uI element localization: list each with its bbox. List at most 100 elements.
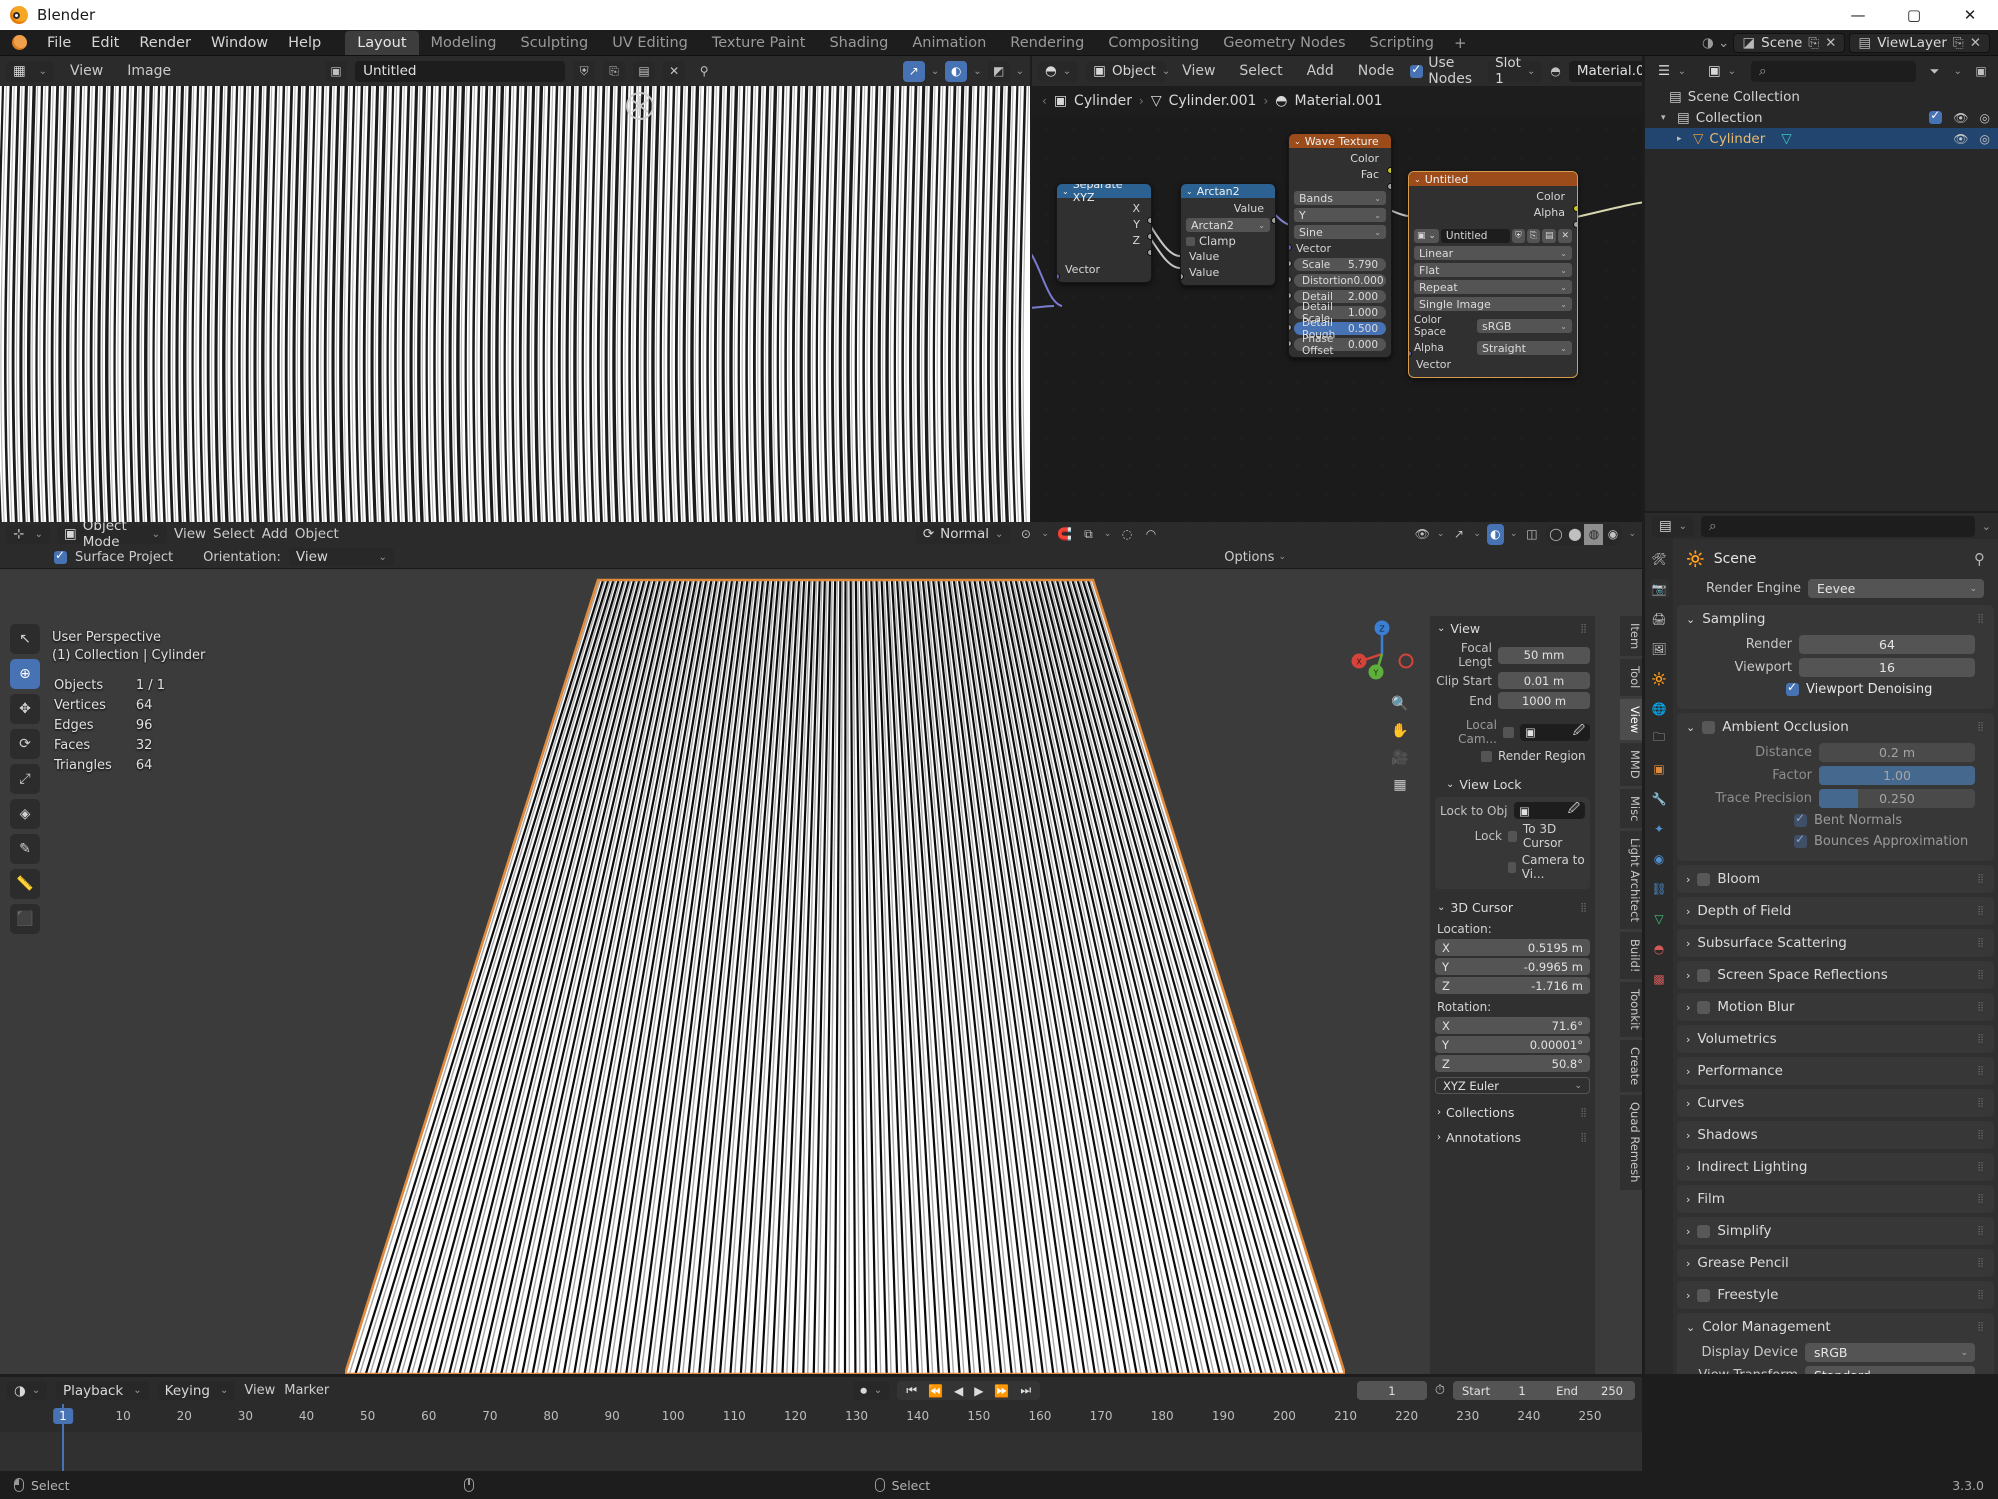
breadcrumb-object[interactable]: Cylinder: [1074, 93, 1132, 109]
tab-physics-icon[interactable]: ◉: [1650, 849, 1669, 868]
section-header[interactable]: › Indirect Lighting ⣿: [1677, 1153, 1994, 1181]
sidebar-tab-item[interactable]: Item: [1620, 616, 1642, 657]
tool-measure[interactable]: 📏: [10, 869, 40, 899]
workspace-tab-compositing[interactable]: Compositing: [1096, 31, 1211, 55]
section-simplify[interactable]: › Simplify ⣿: [1677, 1217, 1994, 1245]
keying-menu[interactable]: Keying ⌄: [157, 1381, 236, 1400]
node-image-texture[interactable]: ⌄ Untitled Color Alpha ▣ ⌄ Untitled ⛨ ⎘ …: [1408, 171, 1578, 378]
image-overlay-icon[interactable]: ◩: [987, 60, 1010, 82]
eyedropper-icon[interactable]: 🖉: [1573, 723, 1585, 742]
section-header[interactable]: › Film ⣿: [1677, 1185, 1994, 1213]
bands-direction-selector[interactable]: Y ⌄: [1294, 208, 1386, 222]
proportional-editing-icon[interactable]: ◌: [1118, 524, 1135, 545]
section-volumetrics[interactable]: › Volumetrics ⣿: [1677, 1025, 1994, 1053]
node-operation-selector[interactable]: Arctan2 ⌄: [1186, 218, 1270, 232]
chevron-right-icon[interactable]: ›: [1437, 1132, 1441, 1143]
section-header[interactable]: › Subsurface Scattering ⣿: [1677, 929, 1994, 957]
cursor-location-z[interactable]: Z -1.716 m: [1435, 977, 1590, 994]
section-film[interactable]: › Film ⣿: [1677, 1185, 1994, 1213]
shading-rendered-icon[interactable]: ◉: [1603, 524, 1622, 545]
eyedropper-icon[interactable]: 🖉: [1568, 801, 1580, 820]
sampling-render-row[interactable]: Render 64: [1686, 633, 1985, 656]
section-header[interactable]: › Motion Blur ⣿: [1677, 993, 1994, 1021]
node-input-value-2[interactable]: Value: [1186, 266, 1270, 279]
section-motion-blur[interactable]: › Motion Blur ⣿: [1677, 993, 1994, 1021]
viewport-type-selector[interactable]: ⊹ ⌄: [6, 524, 50, 544]
start-frame-value[interactable]: 1: [1499, 1381, 1545, 1400]
auto-keying-toggle[interactable]: ⏺ ⌄: [853, 1381, 890, 1400]
expand-icon[interactable]: ▾: [1661, 113, 1671, 123]
material-name-field[interactable]: Material.001: [1568, 60, 1642, 82]
chevron-right-icon[interactable]: ›: [1686, 1001, 1690, 1014]
node-output-y[interactable]: Y: [1062, 218, 1146, 231]
viewport-menu-add[interactable]: Add: [262, 526, 288, 542]
expand-icon[interactable]: ▸: [1677, 134, 1687, 144]
chevron-right-icon[interactable]: ›: [1437, 1107, 1441, 1118]
tab-render-icon[interactable]: 📷: [1649, 579, 1669, 598]
outliner-type-selector[interactable]: ☰ ⌄: [1651, 60, 1693, 82]
section-header-color-management[interactable]: ⌄ Color Management ⣿: [1677, 1313, 1994, 1341]
wave-scale-field[interactable]: Scale 5.790: [1294, 258, 1386, 271]
section-bloom[interactable]: › Bloom ⣿: [1677, 865, 1994, 893]
node-output-color[interactable]: Color: [1294, 152, 1386, 165]
interpolation-selector[interactable]: Linear ⌄: [1414, 246, 1572, 260]
lock-camera-checkbox[interactable]: [1508, 861, 1516, 873]
cursor-rotation-y[interactable]: Y 0.00001°: [1435, 1036, 1590, 1053]
shader-editor-type-selector[interactable]: ◓ ⌄: [1038, 60, 1079, 82]
browse-image-icon[interactable]: ▣ ⌄: [1414, 229, 1439, 243]
lock-3d-cursor-checkbox[interactable]: [1508, 830, 1517, 842]
editor-type-selector[interactable]: ▦ ⌄: [6, 60, 54, 82]
chevron-right-icon[interactable]: ›: [1686, 1289, 1690, 1302]
camera-view-icon[interactable]: 🎥: [1390, 748, 1410, 768]
sidebar-tab-view[interactable]: View: [1620, 698, 1642, 740]
node-unlink-image-icon[interactable]: ✕: [1558, 229, 1572, 243]
view-transform-selector[interactable]: Standard⌄: [1805, 1366, 1975, 1374]
node-image-name[interactable]: Untitled: [1440, 229, 1510, 243]
viewport-canvas[interactable]: User Perspective (1) Collection | Cylind…: [0, 569, 1642, 1374]
breadcrumb-material[interactable]: Material.001: [1295, 93, 1383, 109]
viewport-menu-view[interactable]: View: [174, 526, 206, 542]
node-input-vector[interactable]: Vector: [1294, 242, 1386, 255]
workspace-tab-rendering[interactable]: Rendering: [998, 31, 1096, 55]
overlays-icon[interactable]: ◐: [1486, 523, 1504, 545]
tab-data-icon[interactable]: ▽: [1650, 909, 1669, 928]
workspace-tab-geometry-nodes[interactable]: Geometry Nodes: [1211, 31, 1357, 55]
socket-value-out[interactable]: [1271, 217, 1275, 224]
tool-transform[interactable]: ◈: [10, 799, 40, 829]
wave-phase-offset-field[interactable]: Phase Offset 0.000: [1294, 333, 1386, 357]
tool-tweak[interactable]: ↖: [10, 624, 40, 654]
cylinder-object-render[interactable]: [345, 569, 1345, 1374]
node-canvas[interactable]: ⌄ Separate XYZ X Y Z Vector ⌄ Arctan2 Va…: [1032, 116, 1642, 529]
lock-to-3d-cursor-row[interactable]: Lock To 3D Cursor: [1440, 822, 1585, 850]
render-engine-row[interactable]: Render Engine Eevee ⌄: [1677, 577, 1994, 605]
section-header[interactable]: › Bloom ⣿: [1677, 865, 1994, 893]
node-wave-texture[interactable]: ⌄ Wave Texture Color Fac Bands ⌄ Y ⌄ Sine ⌄…: [1288, 133, 1392, 358]
npanel-clip-end-row[interactable]: End 1000 m: [1435, 692, 1590, 709]
chevron-down-icon[interactable]: ⌄: [1414, 175, 1421, 184]
properties-options-icon[interactable]: ⌄: [1982, 520, 1991, 533]
tab-material-icon[interactable]: ◓: [1650, 939, 1669, 958]
section-header-sampling[interactable]: ⌄ Sampling ⣿: [1677, 605, 1994, 633]
chevron-right-icon[interactable]: ›: [1686, 1033, 1690, 1046]
image-shading-icon[interactable]: ◐: [945, 60, 968, 82]
npanel-view-section[interactable]: ⌄ View ⣿: [1430, 616, 1595, 641]
visibility-icon[interactable]: 👁: [1414, 524, 1431, 545]
tab-constraints-icon[interactable]: ⛓: [1650, 879, 1669, 898]
view-layer-delete-icon[interactable]: ✕: [1970, 35, 1981, 51]
camera-icon[interactable]: ◎: [1980, 111, 1990, 125]
properties-search-input[interactable]: ⌕: [1701, 515, 1975, 537]
shader-menu-add[interactable]: Add: [1299, 61, 1342, 81]
wave-type-selector[interactable]: Bands ⌄: [1294, 191, 1386, 205]
tool-move[interactable]: ✥: [10, 694, 40, 724]
tab-tool-icon[interactable]: 🛠: [1650, 549, 1669, 568]
bounces-approximation-checkbox[interactable]: [1794, 832, 1807, 848]
section-header-ambient-occlusion[interactable]: ⌄ Ambient Occlusion ⣿: [1677, 713, 1994, 741]
menu-edit[interactable]: Edit: [81, 32, 129, 54]
scene-selector[interactable]: ◪ Scene ⎘ ✕: [1733, 32, 1846, 53]
next-keyframe-button[interactable]: ⏩: [990, 1384, 1013, 1398]
browse-material-icon[interactable]: ◓: [1550, 60, 1561, 82]
render-engine-selector[interactable]: Eevee ⌄: [1808, 579, 1984, 598]
chevron-down-icon[interactable]: ⌄: [1686, 1321, 1695, 1334]
tab-view-layer-icon[interactable]: 🖼: [1650, 639, 1669, 658]
cursor-location-y[interactable]: Y -0.9965 m: [1435, 958, 1590, 975]
